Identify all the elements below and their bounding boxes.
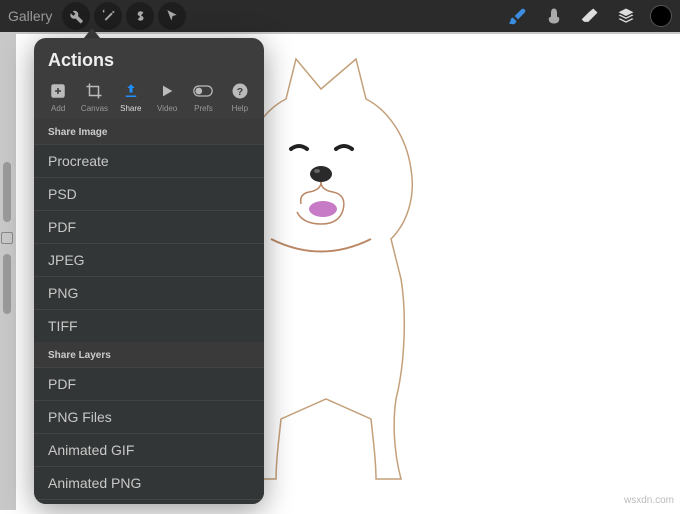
section-header-share-layers: Share Layers bbox=[34, 342, 264, 367]
tab-video[interactable]: Video bbox=[149, 81, 185, 113]
toggle-icon bbox=[193, 81, 213, 101]
tab-help[interactable]: ? Help bbox=[222, 81, 258, 113]
watermark: wsxdn.com bbox=[624, 495, 674, 506]
panel-arrow bbox=[84, 28, 100, 38]
tab-prefs[interactable]: Prefs bbox=[185, 81, 221, 113]
list-item[interactable]: PNG bbox=[34, 276, 264, 309]
list-item[interactable]: TIFF bbox=[34, 309, 264, 342]
wand-icon bbox=[100, 8, 116, 24]
brush-size-slider[interactable] bbox=[3, 162, 11, 222]
brush-button[interactable] bbox=[502, 2, 534, 30]
tab-label: Prefs bbox=[194, 104, 213, 113]
top-toolbar: Gallery bbox=[0, 0, 680, 32]
list-item[interactable]: PDF bbox=[34, 210, 264, 243]
section-header-share-image: Share Image bbox=[34, 119, 264, 144]
opacity-slider[interactable] bbox=[3, 254, 11, 314]
eraser-icon bbox=[580, 6, 600, 26]
tab-canvas[interactable]: Canvas bbox=[76, 81, 112, 113]
side-slider-rail bbox=[0, 32, 14, 510]
layers-icon bbox=[617, 7, 635, 25]
svg-text:?: ? bbox=[237, 86, 243, 98]
play-icon bbox=[157, 81, 177, 101]
tab-label: Share bbox=[120, 104, 141, 113]
tab-label: Video bbox=[157, 104, 177, 113]
list-item[interactable]: Procreate bbox=[34, 144, 264, 177]
list-item[interactable]: Animated GIF bbox=[34, 433, 264, 466]
smudge-button[interactable] bbox=[538, 2, 570, 30]
actions-button[interactable] bbox=[62, 2, 90, 30]
eraser-button[interactable] bbox=[574, 2, 606, 30]
list-item[interactable]: PNG Files bbox=[34, 400, 264, 433]
list-item[interactable]: PSD bbox=[34, 177, 264, 210]
selection-button[interactable] bbox=[126, 2, 154, 30]
share-icon bbox=[121, 81, 141, 101]
crop-icon bbox=[84, 81, 104, 101]
color-picker[interactable] bbox=[650, 5, 672, 27]
plus-square-icon bbox=[48, 81, 68, 101]
adjustments-button[interactable] bbox=[94, 2, 122, 30]
modify-button[interactable] bbox=[1, 232, 13, 244]
wrench-icon bbox=[68, 8, 84, 24]
brush-icon bbox=[508, 6, 528, 26]
tab-label: Help bbox=[232, 104, 248, 113]
tab-share[interactable]: Share bbox=[113, 81, 149, 113]
layers-button[interactable] bbox=[610, 2, 642, 30]
transform-button[interactable] bbox=[158, 2, 186, 30]
share-list: Share Image Procreate PSD PDF JPEG PNG T… bbox=[34, 119, 264, 504]
list-item[interactable]: JPEG bbox=[34, 243, 264, 276]
list-item[interactable]: PDF bbox=[34, 367, 264, 400]
gallery-button[interactable]: Gallery bbox=[8, 8, 52, 24]
finger-icon bbox=[545, 7, 563, 25]
actions-panel: Actions Add Canvas Share Video Prefs ? H… bbox=[34, 38, 264, 504]
tab-add[interactable]: Add bbox=[40, 81, 76, 113]
tab-label: Add bbox=[51, 104, 65, 113]
actions-tabs: Add Canvas Share Video Prefs ? Help bbox=[34, 81, 264, 119]
list-item[interactable]: Animated MP4 bbox=[34, 499, 264, 504]
panel-title: Actions bbox=[34, 38, 264, 81]
cursor-icon bbox=[165, 9, 179, 23]
list-item[interactable]: Animated PNG bbox=[34, 466, 264, 499]
s-icon bbox=[133, 9, 147, 23]
tab-label: Canvas bbox=[81, 104, 108, 113]
question-icon: ? bbox=[230, 81, 250, 101]
